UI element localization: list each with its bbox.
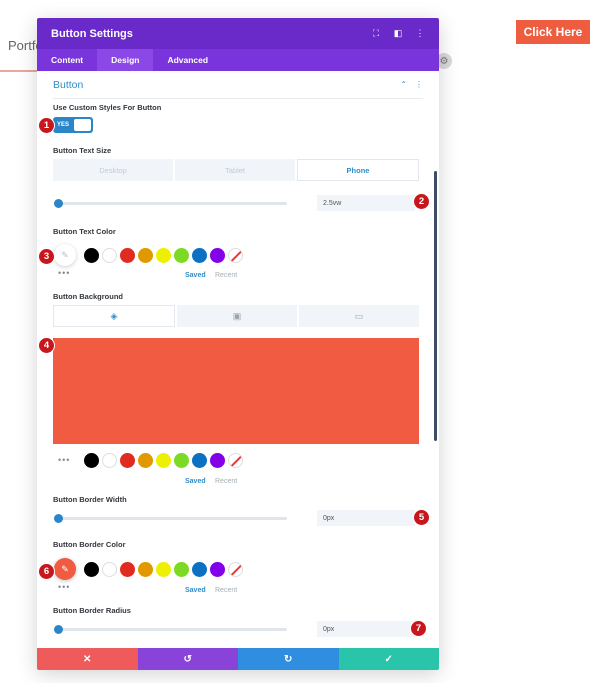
device-tab-desktop[interactable]: Desktop [53, 159, 173, 181]
chevron-up-icon[interactable]: ⌃ [400, 80, 407, 89]
swatch-yellow[interactable] [156, 248, 171, 263]
fullscreen-icon[interactable]: ⛶ [371, 28, 381, 39]
annotation-badge-2: 2 [413, 193, 430, 210]
more-options-icon[interactable]: ⋮ [415, 28, 425, 39]
annotation-badge-3: 3 [38, 248, 55, 265]
modal-header: Button Settings ⛶ ◧ ⋮ [37, 18, 439, 49]
section-title: Button [53, 78, 84, 91]
swatch-green[interactable] [174, 562, 189, 577]
border-color-label: Button Border Color [53, 540, 126, 549]
click-here-button[interactable]: Click Here [516, 20, 590, 44]
annotation-badge-4: 4 [38, 337, 55, 354]
eyedropper-icon[interactable]: ✎ [54, 244, 76, 266]
recent-colors-link[interactable]: Recent [215, 272, 237, 279]
swatch-white[interactable] [102, 562, 117, 577]
annotation-badge-7: 7 [410, 620, 427, 637]
text-color-swatches [84, 248, 243, 263]
undo-button[interactable]: ↺ [137, 648, 238, 670]
background-label: Button Background [53, 292, 123, 301]
swatch-none-icon[interactable] [228, 453, 243, 468]
swatch-black[interactable] [84, 562, 99, 577]
saved-colors-link[interactable]: Saved [185, 587, 206, 594]
swatch-purple[interactable] [210, 453, 225, 468]
border-width-slider[interactable] [54, 514, 287, 523]
swatch-orange[interactable] [138, 453, 153, 468]
modal-title: Button Settings [51, 27, 133, 40]
discard-button[interactable]: ✕ [37, 648, 138, 670]
recent-colors-link[interactable]: Recent [215, 587, 237, 594]
recent-colors-link[interactable]: Recent [215, 478, 237, 485]
swatch-yellow[interactable] [156, 562, 171, 577]
more-colors-icon[interactable]: ••• [58, 268, 70, 278]
swatch-black[interactable] [84, 248, 99, 263]
border-width-label: Button Border Width [53, 495, 127, 504]
eyedropper-icon[interactable]: ✎ [54, 558, 76, 580]
slider-thumb[interactable] [54, 514, 63, 523]
saved-colors-link[interactable]: Saved [185, 272, 206, 279]
border-color-swatches [84, 562, 243, 577]
slider-thumb[interactable] [54, 625, 63, 634]
background-type-tabs: ◈ ▣ ▭ [53, 305, 419, 327]
background-color-preview[interactable] [53, 338, 419, 444]
swatch-none-icon[interactable] [228, 248, 243, 263]
border-radius-slider[interactable] [54, 625, 287, 634]
saved-colors-link[interactable]: Saved [185, 478, 206, 485]
swatch-purple[interactable] [210, 562, 225, 577]
button-settings-modal: Button Settings ⛶ ◧ ⋮ Content Design Adv… [37, 18, 439, 670]
device-tab-tablet[interactable]: Tablet [175, 159, 295, 181]
swatch-red[interactable] [120, 562, 135, 577]
swatch-orange[interactable] [138, 248, 153, 263]
swatch-yellow[interactable] [156, 453, 171, 468]
custom-styles-toggle[interactable]: YES [53, 117, 93, 133]
section-header[interactable]: Button ⌃ ⋮ [53, 71, 423, 99]
settings-body: Button ⌃ ⋮ Use Custom Styles For Button … [37, 71, 439, 648]
annotation-badge-1: 1 [38, 117, 55, 134]
border-width-input[interactable]: 0px [317, 510, 415, 526]
more-colors-icon[interactable]: ••• [58, 582, 70, 592]
text-size-label: Button Text Size [53, 146, 112, 155]
slider-thumb[interactable] [54, 199, 63, 208]
custom-styles-label: Use Custom Styles For Button [53, 103, 162, 112]
paint-bucket-icon[interactable]: ◈ [53, 305, 175, 327]
border-radius-label: Button Border Radius [53, 606, 131, 615]
swatch-red[interactable] [120, 453, 135, 468]
modal-tabs: Content Design Advanced [37, 49, 439, 71]
section-more-icon[interactable]: ⋮ [415, 80, 423, 89]
toggle-knob [74, 119, 91, 131]
swatch-blue[interactable] [192, 453, 207, 468]
swatch-blue[interactable] [192, 248, 207, 263]
tab-advanced[interactable]: Advanced [153, 49, 222, 71]
text-size-input[interactable]: 2.5vw [317, 195, 415, 211]
tab-design[interactable]: Design [97, 49, 154, 71]
swatch-white[interactable] [102, 248, 117, 263]
toggle-text: YES [57, 122, 70, 128]
swatch-orange[interactable] [138, 562, 153, 577]
swatch-black[interactable] [84, 453, 99, 468]
tab-content[interactable]: Content [37, 49, 97, 71]
swatch-green[interactable] [174, 453, 189, 468]
modal-footer: ✕ ↺ ↻ ✓ [37, 648, 439, 670]
swatch-white[interactable] [102, 453, 117, 468]
split-view-icon[interactable]: ◧ [393, 28, 403, 39]
swatch-green[interactable] [174, 248, 189, 263]
annotation-badge-6: 6 [38, 563, 55, 580]
more-colors-icon[interactable]: ••• [58, 455, 70, 465]
text-color-label: Button Text Color [53, 227, 116, 236]
text-size-slider[interactable] [54, 199, 287, 208]
border-radius-input[interactable]: 0px [317, 621, 415, 637]
save-button[interactable]: ✓ [338, 648, 439, 670]
image-icon[interactable]: ▭ [299, 305, 419, 327]
gradient-icon[interactable]: ▣ [177, 305, 297, 327]
swatch-red[interactable] [120, 248, 135, 263]
swatch-none-icon[interactable] [228, 562, 243, 577]
nav-underline [0, 70, 40, 72]
device-tab-phone[interactable]: Phone [297, 159, 419, 181]
swatch-blue[interactable] [192, 562, 207, 577]
annotation-badge-5: 5 [413, 509, 430, 526]
background-swatches [84, 453, 243, 468]
device-tabs: Desktop Tablet Phone [53, 159, 419, 181]
redo-button[interactable]: ↻ [238, 648, 339, 670]
scrollbar[interactable] [434, 171, 437, 441]
swatch-purple[interactable] [210, 248, 225, 263]
